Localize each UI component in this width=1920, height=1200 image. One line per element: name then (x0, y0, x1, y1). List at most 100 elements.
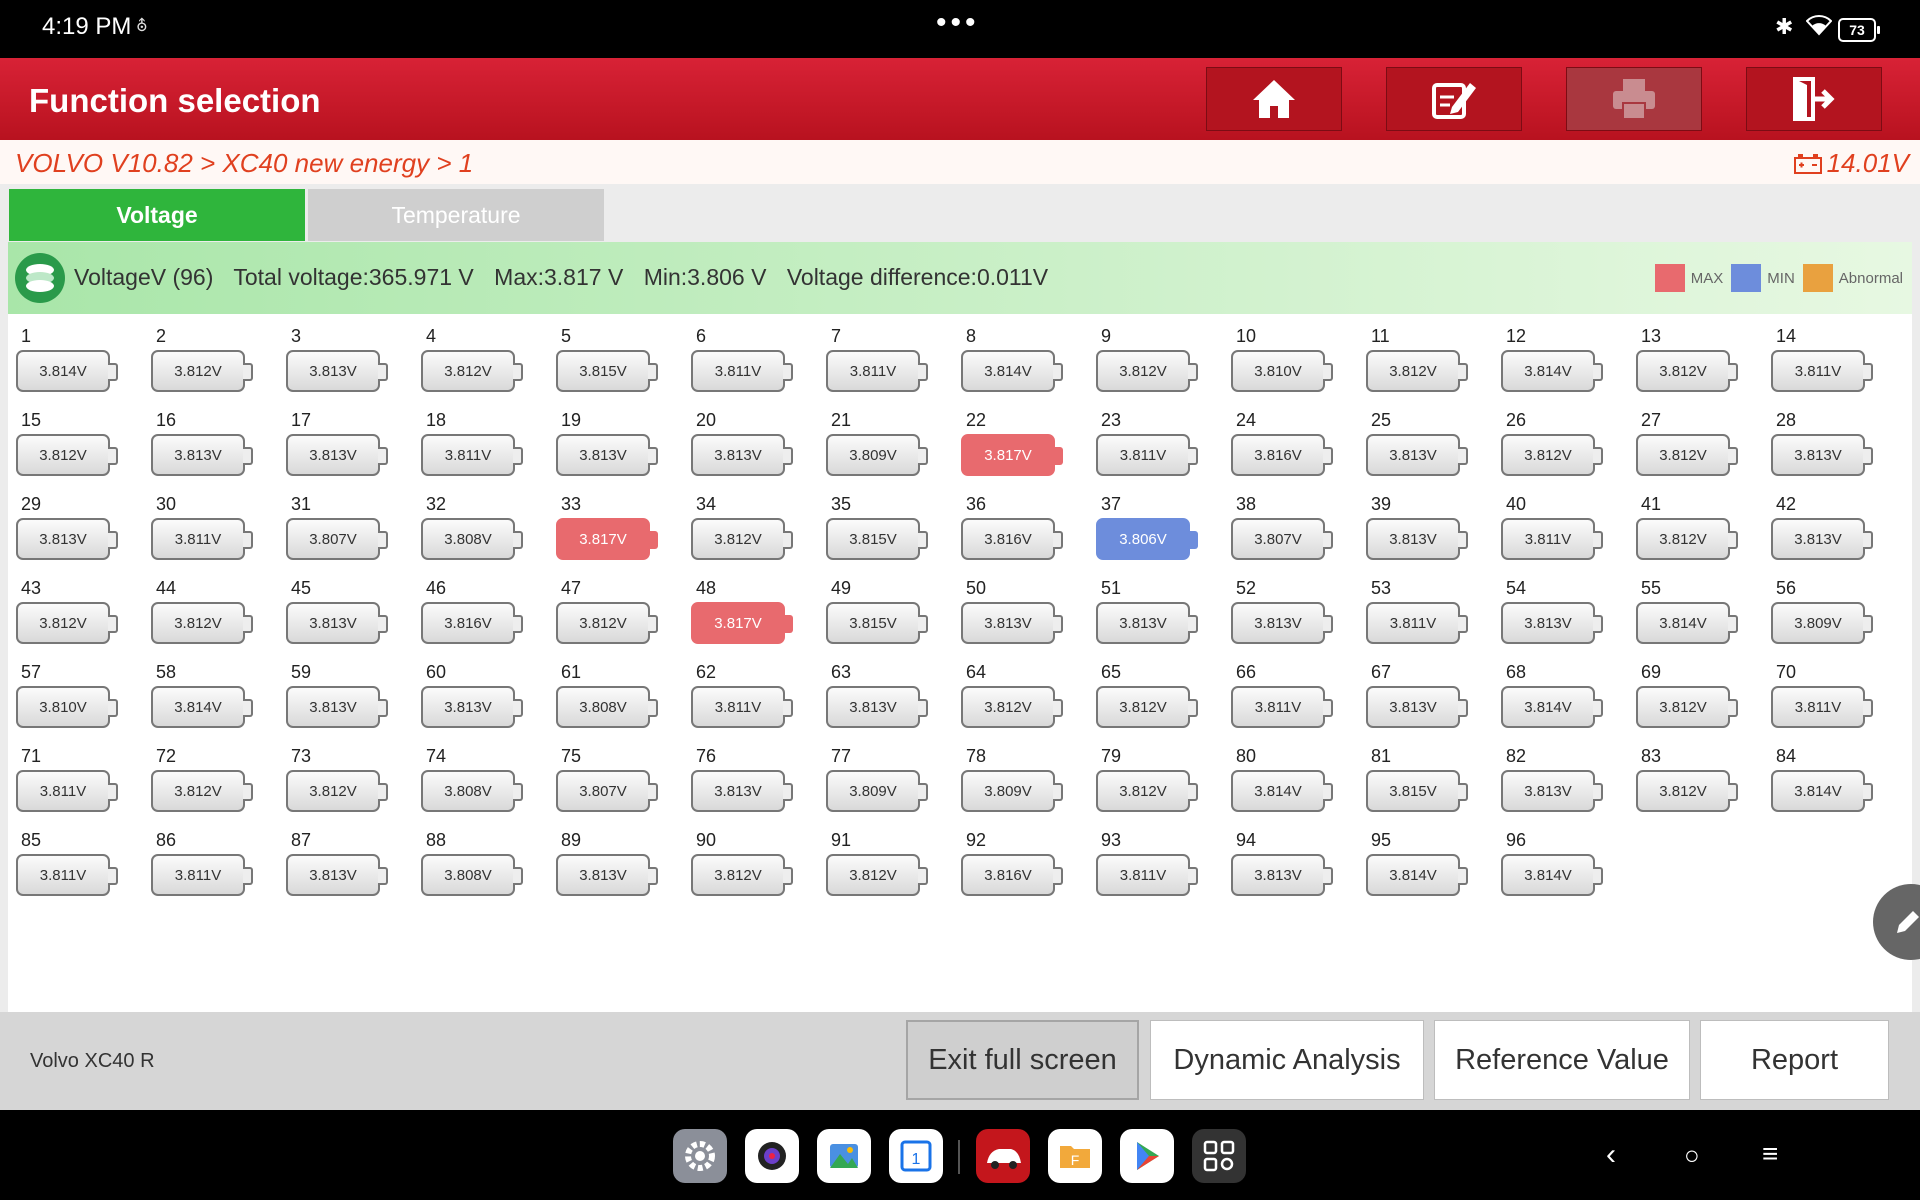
cell-number: 1 (21, 326, 32, 346)
cell-voltage: 3.811V (1366, 602, 1468, 644)
files-app-icon[interactable]: F (1048, 1129, 1102, 1183)
exit-button[interactable] (1746, 67, 1882, 131)
calendar-app-icon[interactable]: 1 (889, 1129, 943, 1183)
cell-voltage: 3.813V (1366, 518, 1468, 560)
battery-cell: 78 3.809V (961, 746, 1065, 826)
battery-cell: 55 3.814V (1636, 578, 1740, 658)
battery-cell: 5 3.815V (556, 326, 660, 406)
cell-number: 59 (291, 662, 312, 682)
cell-voltage: 3.814V (1636, 602, 1738, 644)
battery-cell: 81 3.815V (1366, 746, 1470, 826)
report-button[interactable]: Report (1700, 1020, 1889, 1100)
home-icon (1253, 80, 1295, 118)
tab-voltage[interactable]: Voltage (9, 189, 305, 241)
play-store-app-icon[interactable] (1120, 1129, 1174, 1183)
cell-voltage: 3.817V (961, 434, 1063, 476)
page-title: Function selection (29, 82, 321, 119)
cell-number: 4 (426, 326, 437, 346)
voltage-info: VoltageV (96) Total voltage:365.971 V Ma… (74, 264, 1062, 291)
battery-cell: 27 3.812V (1636, 410, 1740, 490)
battery-cell: 89 3.813V (556, 830, 660, 910)
battery-cell: 22 3.817V (961, 410, 1065, 490)
cell-voltage: 3.812V (151, 602, 253, 644)
cell-number: 88 (426, 830, 447, 850)
battery-cell: 64 3.812V (961, 662, 1065, 742)
battery-cell: 47 3.812V (556, 578, 660, 658)
cell-voltage: 3.810V (1231, 350, 1333, 392)
cell-voltage: 3.812V (1636, 770, 1738, 812)
cell-number: 92 (966, 830, 987, 850)
cell-voltage: 3.813V (1366, 686, 1468, 728)
cell-number: 37 (1101, 494, 1122, 514)
cell-number: 35 (831, 494, 852, 514)
cell-number: 74 (426, 746, 447, 766)
legend-abnormal-swatch (1802, 264, 1833, 292)
battery-cell: 72 3.812V (151, 746, 255, 826)
cell-number: 45 (291, 578, 312, 598)
exit-full-screen-button[interactable]: Exit full screen (906, 1020, 1139, 1100)
battery-cell: 40 3.811V (1501, 494, 1605, 574)
cell-voltage: 3.811V (1771, 350, 1873, 392)
battery-cell: 96 3.814V (1501, 830, 1605, 910)
camera-app-icon[interactable] (745, 1129, 799, 1183)
tab-temperature[interactable]: Temperature (308, 189, 604, 241)
voltage-difference: Voltage difference:0.011V (786, 264, 1049, 290)
app-header: Function selection (0, 58, 1920, 140)
back-icon[interactable]: ‹ (1606, 1138, 1616, 1172)
bluetooth-icon: ✱ (1775, 14, 1794, 39)
cell-number: 38 (1236, 494, 1257, 514)
battery-cell: 70 3.811V (1771, 662, 1875, 742)
cell-voltage: 3.812V (16, 434, 118, 476)
battery-cell: 18 3.811V (421, 410, 525, 490)
cell-voltage: 3.812V (1096, 350, 1198, 392)
cell-voltage: 3.814V (1501, 350, 1603, 392)
battery-cell: 36 3.816V (961, 494, 1065, 574)
cell-voltage: 3.813V (286, 686, 388, 728)
recents-icon[interactable]: ≡ (1762, 1138, 1778, 1170)
diagnostic-app-icon[interactable] (976, 1129, 1030, 1183)
cell-number: 57 (21, 662, 42, 682)
battery-cell: 32 3.808V (421, 494, 525, 574)
cell-voltage: 3.807V (1231, 518, 1333, 560)
edit-button[interactable] (1386, 67, 1522, 131)
cell-number: 17 (291, 410, 312, 430)
battery-cell: 19 3.813V (556, 410, 660, 490)
cell-voltage: 3.811V (1231, 686, 1333, 728)
cell-number: 25 (1371, 410, 1392, 430)
battery-cell: 77 3.809V (826, 746, 930, 826)
home-nav-icon[interactable]: ○ (1684, 1140, 1700, 1171)
reference-value-button[interactable]: Reference Value (1434, 1020, 1690, 1100)
settings-app-icon[interactable] (673, 1129, 727, 1183)
legend: MAX MIN Abnormal (1647, 264, 1903, 292)
cell-number: 63 (831, 662, 852, 682)
battery-cell: 76 3.813V (691, 746, 795, 826)
cell-voltage: 3.809V (1771, 602, 1873, 644)
cell-voltage: 3.812V (691, 854, 793, 896)
cell-voltage: 3.813V (151, 434, 253, 476)
print-button[interactable] (1566, 67, 1702, 131)
cell-voltage: 3.811V (691, 686, 793, 728)
printer-icon (1613, 79, 1655, 120)
cell-number: 91 (831, 830, 852, 850)
home-button[interactable] (1206, 67, 1342, 131)
cell-voltage: 3.814V (1771, 770, 1873, 812)
cell-voltage: 3.813V (1501, 770, 1603, 812)
battery-cell: 15 3.812V (16, 410, 120, 490)
cell-voltage: 3.812V (1636, 350, 1738, 392)
gallery-app-icon[interactable] (817, 1129, 871, 1183)
cell-number: 22 (966, 410, 987, 430)
breadcrumb-path: VOLVO V10.82 > XC40 new energy > 1 (15, 148, 474, 178)
cell-number: 43 (21, 578, 42, 598)
cell-number: 33 (561, 494, 582, 514)
dynamic-analysis-button[interactable]: Dynamic Analysis (1150, 1020, 1424, 1100)
cell-voltage: 3.812V (151, 770, 253, 812)
battery-cell: 25 3.813V (1366, 410, 1470, 490)
cell-voltage: 3.812V (1366, 350, 1468, 392)
more-dots-icon[interactable]: ••• (936, 6, 980, 40)
cell-voltage: 3.806V (1096, 518, 1198, 560)
app-drawer-icon[interactable] (1192, 1129, 1246, 1183)
battery-cell: 60 3.813V (421, 662, 525, 742)
battery-cell: 12 3.814V (1501, 326, 1605, 406)
battery-cell: 69 3.812V (1636, 662, 1740, 742)
cell-voltage: 3.811V (826, 350, 928, 392)
